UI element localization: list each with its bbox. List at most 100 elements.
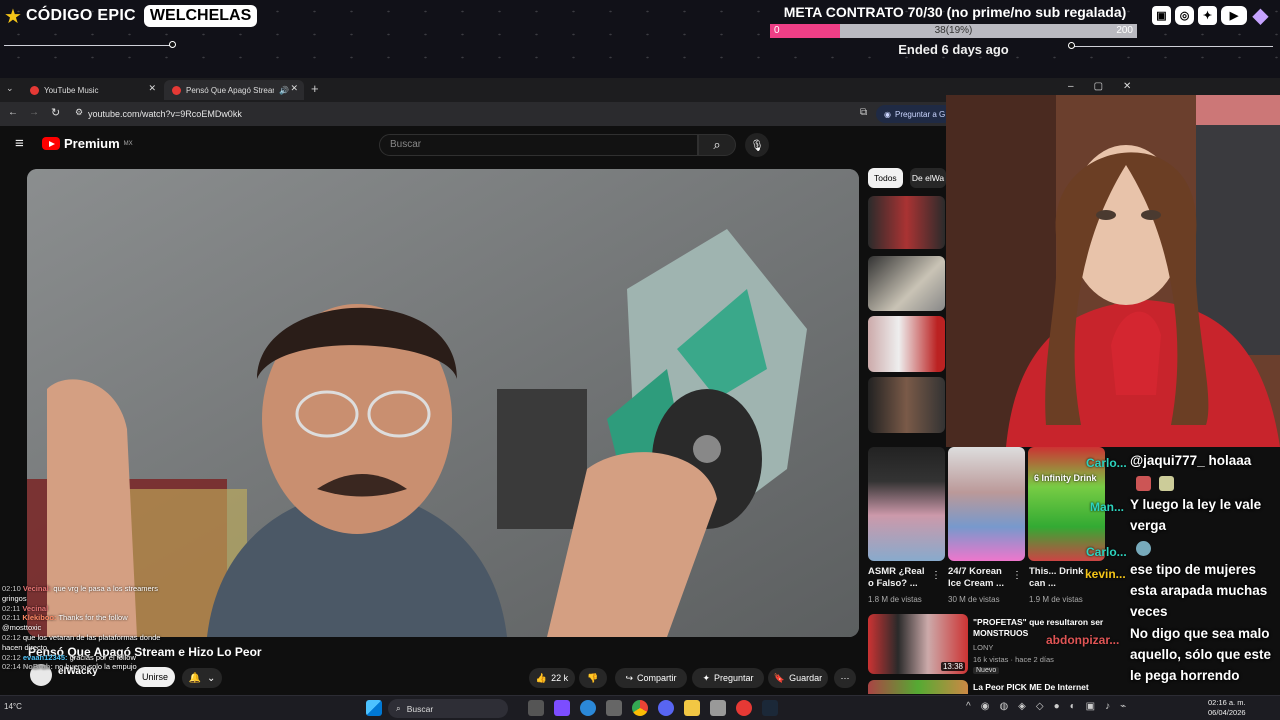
youtube-search-input[interactable]: Buscar [379,134,698,156]
tray-app-icon[interactable]: ◇ [1036,701,1044,712]
short-title[interactable]: This... Drink can ... [1029,566,1091,590]
more-actions-button[interactable]: ⋯ [834,668,856,688]
short-title[interactable]: ASMR ¿Real o Falso? ... [868,566,930,590]
steam-icon[interactable] [762,700,778,716]
new-tab-button[interactable]: + [311,81,319,96]
recommended-thumbnail[interactable] [868,196,945,249]
short-views: 30 M de vistas [948,595,1000,604]
chip-channel[interactable]: De elWa [910,168,946,188]
save-button[interactable]: 🔖 Guardar [768,668,828,688]
ask-label: Preguntar [714,673,754,683]
tray-app-icon[interactable]: ● [1054,701,1060,712]
youtube-logo[interactable]: Premium MX [42,136,133,151]
short-thumbnail[interactable] [948,447,1025,561]
tab-label: YouTube Music [44,85,99,95]
reload-icon[interactable]: ↻ [51,106,60,119]
network-icon[interactable]: ⌁ [1120,701,1126,712]
taskbar-search[interactable]: ⌕ Buscar [388,699,508,718]
tray-chevron-icon[interactable]: ^ [966,701,971,712]
recommended-thumbnail[interactable] [868,680,968,694]
edge-icon[interactable] [580,700,596,716]
subscription-bell-button[interactable]: 🔔 ⌄ [182,668,222,688]
discord-icon[interactable] [658,700,674,716]
settings-icon[interactable] [606,700,622,716]
forward-icon[interactable]: → [29,107,39,118]
brand-name: CÓDIGO EPIC [25,7,136,24]
search-button[interactable]: ⌕ [698,134,736,156]
youtube-music-icon [30,85,39,95]
chip-all[interactable]: Todos [868,168,903,188]
voice-search-button[interactable]: 🎙 [745,133,769,157]
like-count: 22 k [551,673,569,683]
short-views: 1.8 M de vistas [868,595,922,604]
chat-user: evaan12345: [22,652,68,662]
tray-app-icon[interactable]: ◍ [999,701,1008,712]
recommended-thumbnail[interactable] [868,256,945,311]
chat-message: ese tipo de mujeres esta arapada muchas … [1130,562,1268,619]
chat-message: 02:12 que los vetaran de las plataformas… [2,633,162,653]
chevron-down-icon: ⌄ [207,672,216,684]
maximize-button[interactable]: ▢ [1094,81,1103,92]
dislike-button[interactable]: 👎 [579,668,607,688]
task-view-icon[interactable] [528,700,544,716]
menu-icon[interactable]: ≡ [15,135,24,152]
weather-widget[interactable]: 14°C [4,702,22,711]
tab-youtube-music[interactable]: YouTube Music ✕ [22,80,162,100]
video-player[interactable] [27,169,859,637]
emote-icon [1158,475,1174,491]
share-label: Compartir [637,673,677,683]
short-title[interactable]: 24/7 Korean Ice Cream ... [948,566,1010,590]
chat-time: 02:11 [2,603,21,613]
app-icon[interactable] [710,700,726,716]
short-more-icon[interactable]: ⋮ [931,570,941,581]
close-window-button[interactable]: ✕ [1123,81,1131,92]
tray-app-icon[interactable]: ◐ [1070,701,1076,712]
url-field[interactable]: youtube.com/watch?v=9RcoEMDw0kk [88,106,242,122]
goal-max: 200 [1116,25,1133,36]
chat-message: @jaqui777_ holaaa [1130,450,1280,471]
close-tab-icon[interactable]: ✕ [290,83,298,94]
stream-overlay-top: ★ CÓDIGO EPIC WELCHELAS META CONTRATO 70… [0,0,1280,78]
share-button[interactable]: ↪ Compartir [615,668,687,688]
goal-title: META CONTRATO 70/30 (no prime/no sub reg… [783,4,1127,20]
ask-google-button[interactable]: ◉ Preguntar a G [876,105,954,123]
short-thumbnail[interactable] [868,447,945,561]
chrome-icon[interactable] [632,700,648,716]
chat-user: Vecinal: [22,584,52,593]
app-icon[interactable] [736,700,752,716]
recommended-title[interactable]: La Peor PICK ME De Internet [973,682,1089,692]
tray-app-icon[interactable]: ▣ [1086,701,1095,712]
short-views: 1.9 M de vistas [1029,595,1083,604]
site-info-icon[interactable]: ⚙ [75,107,83,118]
taskbar-clock[interactable]: 02:16 a. m. 06/04/2026 [1208,698,1246,718]
windows-start-icon[interactable] [366,700,382,716]
close-tab-icon[interactable]: ✕ [148,83,156,94]
recommended-channel[interactable]: LONY [973,643,993,652]
app-icon[interactable] [554,700,570,716]
tray-app-icon[interactable]: ◈ [1018,701,1026,712]
volume-icon[interactable]: ♪ [1105,701,1110,712]
recommended-thumbnail[interactable] [868,316,945,372]
back-icon[interactable]: ← [8,107,18,118]
recommended-title[interactable]: "PROFETAS" que resultaron ser MONSTRUOS [973,617,1123,639]
like-button[interactable]: 👍 22 k [529,668,575,688]
minimize-button[interactable]: – [1068,81,1074,92]
recommended-thumbnail[interactable]: 13:38 [868,614,968,674]
tab-list-chevron-icon[interactable]: ⌄ [6,83,14,94]
search-icon: ⌕ [713,137,721,152]
tray-app-icon[interactable]: ◉ [981,701,990,712]
video-duration: 13:38 [940,662,965,671]
ask-button[interactable]: ✦ Preguntar [692,668,764,688]
audio-playing-icon[interactable]: 🔊 [279,86,289,95]
file-explorer-icon[interactable] [684,700,700,716]
recommended-thumbnail[interactable] [868,377,945,433]
tab-current-video[interactable]: Pensó Que Apagó Stream e 🔊 ✕ [164,80,304,100]
windows-taskbar: 14°C ⌕ Buscar ^ ◉ ◍ ◈ ◇ ● ◐ ▣ ♪ ⌁ 02:16 … [0,695,1280,720]
short-more-icon[interactable]: ⋮ [1012,570,1022,581]
taskbar-search-label: Buscar [406,703,434,714]
chat-message: Y luego la ley le vale verga [1130,497,1262,533]
install-app-icon[interactable]: ⧉ [860,107,867,118]
clock-time: 02:16 a. m. [1208,698,1246,707]
thumbs-up-icon: 👍 [535,672,548,683]
twitter-icon: ✦ [1198,6,1217,25]
